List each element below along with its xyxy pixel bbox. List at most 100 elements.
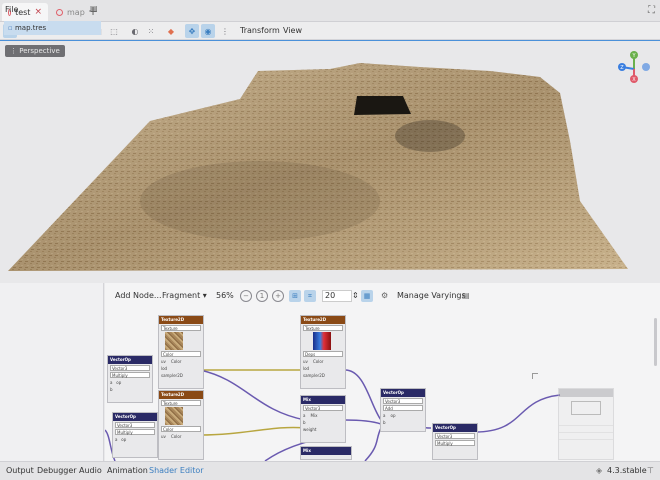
tab-animation[interactable]: Animation (107, 466, 148, 475)
port-sampler2d[interactable]: sampler2D (159, 372, 203, 379)
node-title: VectorOp (108, 356, 152, 364)
node-op-select[interactable]: Multiply (435, 440, 475, 446)
texture2d-node[interactable]: Texture2D Texture Color uv Color lod sam… (158, 315, 204, 389)
vectorop-multiply-node[interactable]: VectorOp Vector3 Multiply (432, 423, 478, 460)
preview-shader-icon[interactable]: ▤ (462, 291, 470, 300)
mix-node[interactable]: Mix (300, 446, 352, 460)
shader-mode-value: Fragment (162, 291, 201, 300)
texture2d-gradient-node[interactable]: Texture2D Texture Deps uv Color lod samp… (300, 315, 346, 389)
node-title: VectorOp (113, 413, 157, 421)
port-op[interactable]: op (121, 437, 126, 442)
tab-debugger[interactable]: Debugger (37, 466, 77, 475)
grid-icon[interactable]: ⁙ (144, 24, 158, 38)
arrange-icon[interactable]: ⚙ (381, 291, 388, 300)
node-type-select[interactable]: Vector3 (110, 365, 150, 371)
manage-varyings-button[interactable]: Manage Varyings (397, 291, 466, 300)
node-op-select[interactable]: Multiply (115, 429, 155, 435)
port-b[interactable]: b (301, 419, 345, 426)
node-type-select[interactable]: Vector3 (303, 405, 343, 411)
port-b[interactable]: b (108, 386, 152, 393)
node-title: VectorOp (381, 389, 425, 397)
vectorop-node[interactable]: VectorOp Vector3 Multiply a op (112, 412, 158, 458)
file-item-map-tres[interactable]: ▫ map.tres (4, 21, 101, 35)
zoom-out-icon[interactable]: − (240, 290, 252, 302)
port-lod[interactable]: lod (301, 365, 345, 372)
node-source-select[interactable]: Texture (161, 400, 201, 406)
distraction-free-icon[interactable]: ⛶ (648, 5, 655, 16)
tab-audio[interactable]: Audio (79, 466, 102, 475)
tab-shader-editor[interactable]: Shader Editor (149, 466, 204, 475)
node-type-select[interactable]: Vector3 (115, 422, 155, 428)
perspective-menu-button[interactable]: ⋮ Perspective (5, 45, 65, 57)
port-mix[interactable]: Mix (311, 413, 318, 418)
node-title: Texture2D (159, 391, 203, 399)
snap-icon[interactable]: ◐ (128, 24, 142, 38)
close-icon[interactable]: × (34, 7, 42, 17)
transform-menu[interactable]: Transform (240, 26, 280, 35)
view-menu[interactable]: View (283, 26, 302, 35)
node-title: Mix (301, 447, 351, 455)
texture-preview (165, 407, 183, 425)
port-uv[interactable]: uv (161, 434, 166, 439)
node-type-select[interactable]: Vector3 (435, 433, 475, 439)
snap-stepper-icon[interactable]: ⇕ (352, 291, 359, 300)
zoom-level: 56% (216, 291, 234, 300)
pin-panel-icon[interactable]: ⊤ (647, 466, 654, 475)
zoom-in-icon[interactable]: + (272, 290, 284, 302)
view-gizmo[interactable]: Y Z X (612, 49, 656, 89)
port-color[interactable]: Color (313, 359, 323, 364)
port-a[interactable]: a (115, 437, 117, 442)
port-color[interactable]: Color (171, 359, 181, 364)
minimap-toggle-icon[interactable]: ⊞ (289, 290, 301, 302)
3d-viewport[interactable]: ⋮ Perspective Y Z X (0, 40, 660, 277)
node-source-select[interactable]: Texture (161, 325, 201, 331)
filesystem-menu-icon[interactable]: ▤ (90, 4, 98, 13)
graph-scrollbar[interactable] (654, 318, 657, 366)
node-op-select[interactable]: Add (383, 405, 423, 411)
local-space-icon[interactable]: ✥ (185, 24, 199, 38)
scene-tab-map[interactable]: map (50, 3, 92, 21)
node-op-select[interactable]: Multiply (110, 372, 150, 378)
bottom-panel-tabs: Output Debugger Audio Animation Shader E… (0, 461, 660, 480)
mix-node[interactable]: Mix Vector3 a Mix b weight (300, 395, 346, 443)
snap-toggle-icon[interactable]: ⌗ (304, 290, 316, 302)
node-type-select[interactable]: Vector3 (383, 398, 423, 404)
ruler-icon[interactable]: ◆ (164, 24, 178, 38)
node-type-select[interactable]: Color (161, 351, 201, 357)
node-title (559, 389, 613, 397)
grid-toggle-icon[interactable]: ▦ (361, 290, 373, 302)
file-item-label: map.tres (14, 24, 47, 32)
vectorop-add-node[interactable]: VectorOp Vector3 Add a op b (380, 388, 426, 432)
port-uv[interactable]: uv (303, 359, 308, 364)
port-op[interactable]: op (116, 380, 121, 385)
file-icon: ▫ (8, 24, 13, 32)
port-a[interactable]: a (110, 380, 112, 385)
terrain-render (8, 63, 628, 271)
add-node-button[interactable]: Add Node... (115, 291, 162, 300)
port-a[interactable]: a (383, 413, 385, 418)
texture2d-node[interactable]: Texture2D Texture Color uv Color (158, 390, 204, 460)
port-uv[interactable]: uv (161, 359, 166, 364)
scene-dot-icon (56, 8, 63, 16)
port-op[interactable]: op (391, 413, 396, 418)
tab-output[interactable]: Output (6, 466, 34, 475)
node-source-select[interactable]: Texture (303, 325, 343, 331)
node-type-select[interactable]: Color (161, 426, 201, 432)
node-title: Texture2D (159, 316, 203, 324)
port-sampler2d[interactable]: sampler2D (301, 372, 345, 379)
port-lod[interactable]: lod (159, 365, 203, 372)
snap-distance-input[interactable]: 20 (322, 290, 352, 302)
port-a[interactable]: a (303, 413, 305, 418)
node-type-select[interactable]: Deps (303, 351, 343, 357)
output-node[interactable] (558, 388, 614, 460)
port-color[interactable]: Color (171, 434, 181, 439)
sun-preview-icon[interactable]: ◉ (201, 24, 215, 38)
group-icon[interactable]: ⬚ (107, 24, 121, 38)
output-preview (571, 401, 601, 415)
vectorop-node[interactable]: VectorOp Vector3 Multiply a op b (107, 355, 153, 403)
zoom-reset-icon[interactable]: 1 (256, 290, 268, 302)
port-weight[interactable]: weight (301, 426, 345, 433)
port-b[interactable]: b (381, 419, 425, 426)
more-options-icon[interactable]: ⋮ (218, 24, 232, 38)
shader-mode-select[interactable]: Fragment ▾ (162, 291, 207, 300)
